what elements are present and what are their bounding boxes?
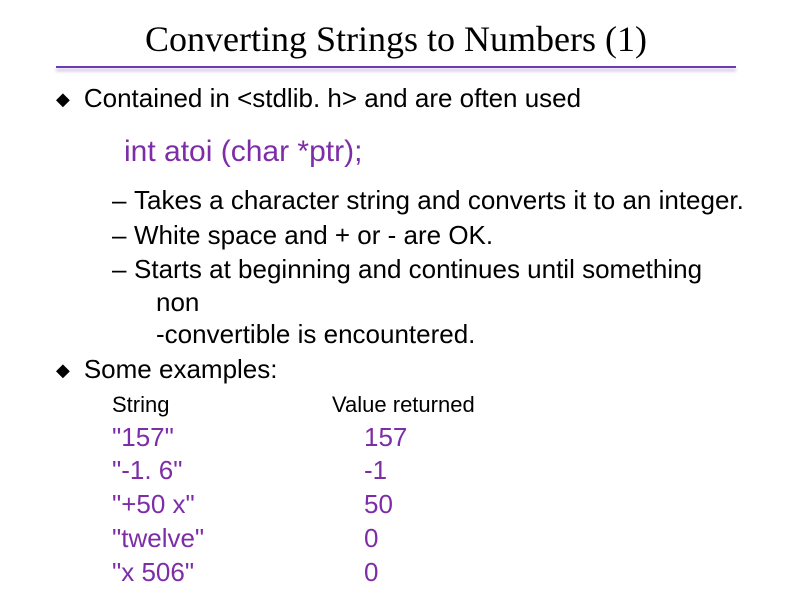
title-underline bbox=[56, 66, 736, 68]
slide-title: Converting Strings to Numbers (1) bbox=[0, 18, 792, 60]
examples-table: String Value returned "157" 157 "-1. 6" … bbox=[112, 391, 746, 589]
cell-string: "twelve" bbox=[112, 522, 332, 556]
dash-icon: – bbox=[112, 219, 134, 252]
table-row: "-1. 6" -1 bbox=[112, 454, 746, 488]
sub-item-3: – Starts at beginning and continues unti… bbox=[112, 253, 746, 351]
col-header-string: String bbox=[112, 391, 332, 419]
bullet-dot-icon: ◆ bbox=[56, 359, 70, 382]
cell-value: 157 bbox=[332, 421, 584, 455]
sub-item-2: – White space and + or - are OK. bbox=[112, 219, 746, 252]
cell-string: "-1. 6" bbox=[112, 454, 332, 488]
cell-string: "+50 x" bbox=[112, 488, 332, 522]
slide-body: ◆ Contained in <stdlib. h> and are often… bbox=[56, 80, 746, 589]
cell-value: -1 bbox=[332, 454, 584, 488]
bullet-dot-icon: ◆ bbox=[56, 88, 70, 111]
table-body: "157" 157 "-1. 6" -1 "+50 x" 50 "twelve"… bbox=[112, 421, 746, 590]
table-row: "+50 x" 50 bbox=[112, 488, 746, 522]
bullet-item-2: ◆ Some examples: bbox=[56, 353, 746, 386]
slide: Converting Strings to Numbers (1) ◆ Cont… bbox=[0, 0, 792, 612]
table-row: "x 506" 0 bbox=[112, 556, 746, 590]
cell-value: 0 bbox=[332, 556, 584, 590]
table-header-row: String Value returned bbox=[112, 391, 746, 419]
col-header-value: Value returned bbox=[332, 391, 552, 419]
sub-text-3: Starts at beginning and continues until … bbox=[134, 253, 746, 351]
sub-text-3a: Starts at beginning and continues until … bbox=[134, 254, 702, 317]
code-signature: int atoi (char *ptr); bbox=[124, 133, 746, 171]
sub-text-2: White space and + or - are OK. bbox=[134, 219, 746, 252]
cell-string: "x 506" bbox=[112, 556, 332, 590]
cell-value: 50 bbox=[332, 488, 584, 522]
table-row: "twelve" 0 bbox=[112, 522, 746, 556]
sub-item-1: – Takes a character string and converts … bbox=[112, 184, 746, 217]
sub-text-1: Takes a character string and converts it… bbox=[134, 184, 746, 217]
dash-icon: – bbox=[112, 253, 134, 286]
bullet-text-1: Contained in <stdlib. h> and are often u… bbox=[84, 82, 746, 115]
dash-icon: – bbox=[112, 184, 134, 217]
cell-string: "157" bbox=[112, 421, 332, 455]
bullet-text-2: Some examples: bbox=[84, 353, 746, 386]
table-row: "157" 157 bbox=[112, 421, 746, 455]
sub-bullet-list: – Takes a character string and converts … bbox=[112, 184, 746, 351]
sub-text-3b: -convertible is encountered. bbox=[156, 319, 475, 349]
bullet-item-1: ◆ Contained in <stdlib. h> and are often… bbox=[56, 82, 746, 115]
cell-value: 0 bbox=[332, 522, 584, 556]
